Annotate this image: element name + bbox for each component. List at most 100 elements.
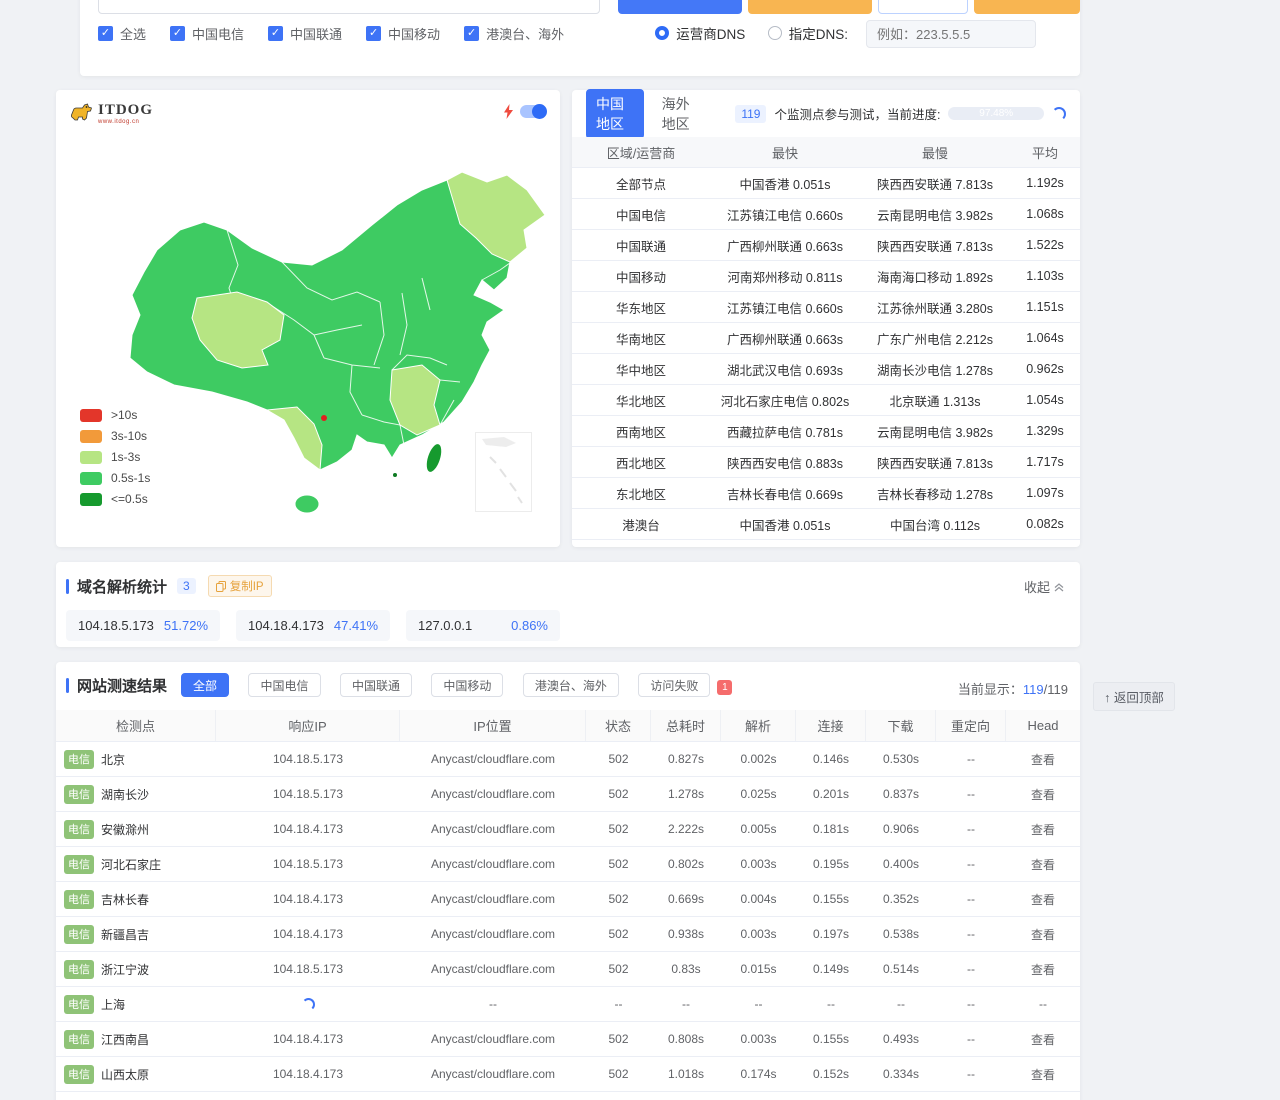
collapse-button[interactable]: 收起 [1024, 577, 1064, 596]
test-button-primary[interactable] [618, 0, 742, 14]
status-cell: -- [586, 997, 651, 1011]
filter-4[interactable]: 港澳台、海外 [523, 673, 619, 697]
status-cell: 502 [586, 822, 651, 836]
ip-location-cell: Anycast/cloudflare.com [400, 1032, 586, 1046]
page: ✓ 全选 ✓ 中国电信 ✓ 中国联通 ✓ 中国移动 ✓ 港澳台、海外 运营商DN… [0, 0, 1280, 1100]
results-header-cell: 响应IP [216, 710, 400, 741]
loading-spinner-icon [302, 998, 315, 1011]
stats-cell: 广东广州电信 2.212s [860, 329, 1010, 348]
view-head-link[interactable]: 查看 [1006, 961, 1080, 978]
stats-cell: 海南海口移动 1.892s [860, 267, 1010, 286]
legend-swatch [80, 430, 102, 443]
display-count: 当前显示：119/119 [958, 679, 1068, 698]
filter-2[interactable]: 中国联通 [340, 673, 412, 697]
tab-overseas-region[interactable]: 海外地区 [652, 89, 710, 139]
view-head-link[interactable]: -- [1006, 997, 1080, 1011]
radio-icon [768, 26, 782, 40]
stats-cell: 华北地区 [572, 391, 710, 410]
probe-cell: 电信 上海 [56, 995, 216, 1014]
isp-checkbox-2[interactable]: ✓ 中国联通 [268, 24, 342, 43]
legend-label: <=0.5s [111, 492, 148, 506]
logo-subtext: www.itdog.cn [98, 119, 153, 125]
isp-checkbox-0[interactable]: ✓ 全选 [98, 24, 146, 43]
view-head-link[interactable]: 查看 [1006, 821, 1080, 838]
tab-china-region[interactable]: 中国地区 [586, 89, 644, 139]
connect-time-cell: 0.149s [796, 962, 866, 976]
stats-cell: 陕西西安电信 0.883s [710, 453, 860, 472]
connect-time-cell: 0.195s [796, 857, 866, 871]
connect-time-cell: 0.152s [796, 1067, 866, 1081]
back-to-top-button[interactable]: ↑ 返回顶部 [1093, 682, 1175, 711]
dns-ip-chip: 104.18.4.173 47.41% [236, 610, 390, 641]
copy-ip-button[interactable]: 复制IP [208, 575, 272, 597]
toggle-knob [532, 104, 547, 119]
view-head-link[interactable]: 查看 [1006, 1031, 1080, 1048]
view-head-link[interactable]: 查看 [1006, 891, 1080, 908]
stats-cell: 1.097s [1010, 486, 1080, 500]
dns-ip-list: 104.18.5.173 51.72% 104.18.4.173 47.41% … [66, 610, 576, 641]
download-time-cell: 0.334s [866, 1067, 936, 1081]
results-header-cell: 重定向 [936, 710, 1006, 741]
target-url-input[interactable] [98, 0, 600, 14]
stats-cell: 中国香港 0.051s [710, 515, 860, 534]
view-head-link[interactable]: 查看 [1006, 786, 1080, 803]
map-panel: ITDOG www.itdog.cn [56, 90, 560, 547]
redirect-cell: -- [936, 997, 1006, 1011]
dns-radio-1[interactable]: 指定DNS: [768, 23, 848, 43]
dns-radio-0[interactable]: 运营商DNS [655, 23, 745, 43]
result-row: 电信 安徽滁州 104.18.4.173 Anycast/cloudflare.… [56, 812, 1080, 847]
stats-cell: 1.329s [1010, 424, 1080, 438]
stats-header-row: 区域/运营商最快最慢平均 [572, 137, 1080, 168]
stats-cell: 湖南长沙电信 1.278s [860, 360, 1010, 379]
filter-1[interactable]: 中国电信 [248, 673, 320, 697]
total-time-cell: 0.827s [651, 752, 721, 766]
resolve-time-cell: 0.174s [721, 1067, 796, 1081]
filter-0[interactable]: 全部 [181, 673, 229, 697]
resolve-time-cell: 0.002s [721, 752, 796, 766]
response-ip-cell: 104.18.4.173 [216, 892, 400, 906]
connect-time-cell: 0.197s [796, 927, 866, 941]
ip-location-cell: -- [400, 997, 586, 1011]
probe-city: 浙江宁波 [101, 961, 149, 978]
dog-icon [70, 102, 94, 124]
checkbox-label: 中国联通 [290, 24, 342, 43]
checkbox-label: 全选 [120, 24, 146, 43]
stats-cell: 中国香港 0.051s [710, 174, 860, 193]
isp-badge: 电信 [64, 1030, 94, 1049]
filter-5[interactable]: 访问失败 [638, 673, 710, 697]
test-option-button[interactable] [878, 0, 968, 14]
download-time-cell: -- [866, 997, 936, 1011]
isp-badge: 电信 [64, 925, 94, 944]
map-legend: >10s 3s-10s 1s-3s 0.5s-1s <=0.5s [80, 408, 150, 513]
stats-cell: 云南昆明电信 3.982s [860, 205, 1010, 224]
isp-checkbox-4[interactable]: ✓ 港澳台、海外 [464, 24, 564, 43]
results-header-cell: IP位置 [400, 710, 586, 741]
legend-swatch [80, 451, 102, 464]
response-ip-cell: 104.18.5.173 [216, 962, 400, 976]
isp-checkbox-1[interactable]: ✓ 中国电信 [170, 24, 244, 43]
isp-badge: 电信 [64, 960, 94, 979]
stats-cell: 河北石家庄电信 0.802s [710, 391, 860, 410]
test-button-secondary[interactable] [748, 0, 872, 14]
view-head-link[interactable]: 查看 [1006, 926, 1080, 943]
test-button-tertiary[interactable] [974, 0, 1080, 14]
probe-cell: 电信 湖南长沙 [56, 785, 216, 804]
view-head-link[interactable]: 查看 [1006, 856, 1080, 873]
stats-row: 中国联通广西柳州联通 0.663s陕西西安联通 7.813s1.522s [572, 230, 1080, 261]
view-head-link[interactable]: 查看 [1006, 751, 1080, 768]
isp-badge: 电信 [64, 750, 94, 769]
isp-checkbox-3[interactable]: ✓ 中国移动 [366, 24, 440, 43]
realtime-toggle[interactable] [520, 105, 546, 118]
custom-dns-input[interactable] [866, 20, 1036, 48]
view-head-link[interactable]: 查看 [1006, 1066, 1080, 1083]
stats-row: 华东地区江苏镇江电信 0.660s江苏徐州联通 3.280s1.151s [572, 292, 1080, 323]
status-cell: 502 [586, 927, 651, 941]
stats-cell: 中国移动 [572, 267, 710, 286]
checkbox-label: 中国电信 [192, 24, 244, 43]
total-time-cell: -- [651, 997, 721, 1011]
checkbox-label: 中国移动 [388, 24, 440, 43]
redirect-cell: -- [936, 1032, 1006, 1046]
region-stats-table: 区域/运营商最快最慢平均 全部节点中国香港 0.051s陕西西安联通 7.813… [572, 137, 1080, 540]
status-cell: 502 [586, 752, 651, 766]
filter-3[interactable]: 中国移动 [431, 673, 503, 697]
